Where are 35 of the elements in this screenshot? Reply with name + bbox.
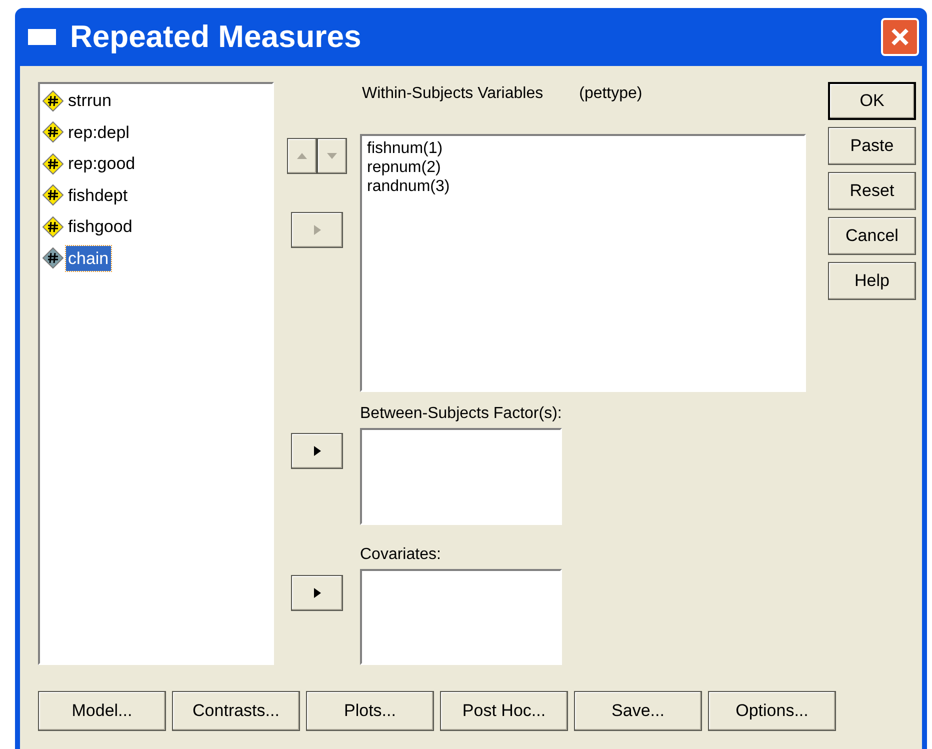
dialog-button[interactable]: Cancel [828,217,916,255]
option-button[interactable]: Model... [38,691,166,731]
variable-item[interactable]: fishgood [66,214,134,240]
between-subjects-label: Between-Subjects Factor(s): [360,404,563,424]
variable-item[interactable]: rep:depl [66,120,132,145]
variable-item[interactable]: fishdept [66,182,130,208]
within-subjects-label: Within-Subjects Variables [362,84,544,104]
factor-name-label: (pettype) [579,84,642,104]
dialog-button[interactable]: OK [828,82,916,120]
option-button[interactable]: Plots... [306,691,434,731]
dialog-button[interactable]: Help [828,262,916,300]
variable-item[interactable]: chain [66,246,111,271]
right-arrow-icon [314,225,320,235]
option-button[interactable]: Contrasts... [172,691,300,731]
option-button[interactable]: Post Hoc... [440,691,568,731]
variable-item[interactable]: strrun [66,88,114,114]
option-button[interactable]: Options... [708,691,836,731]
window-title: Repeated Measures [70,18,362,56]
move-button[interactable] [291,575,343,611]
option-button[interactable]: Save... [574,691,702,731]
within-variable-item[interactable]: fishnum(1) [367,138,804,158]
close-button[interactable] [881,18,919,56]
right-arrow-icon [314,446,320,456]
window-icon [28,29,56,45]
variable-item[interactable]: rep:good [66,151,138,176]
dialog-button[interactable]: Paste [828,127,916,165]
up-arrow-icon [297,151,307,161]
within-variable-item[interactable]: repnum(2) [367,158,804,177]
right-arrow-icon [314,588,320,598]
dialog-button[interactable]: Reset [828,172,916,210]
close-icon [890,27,910,47]
move-button[interactable] [291,433,343,469]
covariates-label: Covariates: [360,545,442,566]
within-variable-item[interactable]: randnum(3) [367,176,804,196]
down-arrow-icon [327,151,337,161]
